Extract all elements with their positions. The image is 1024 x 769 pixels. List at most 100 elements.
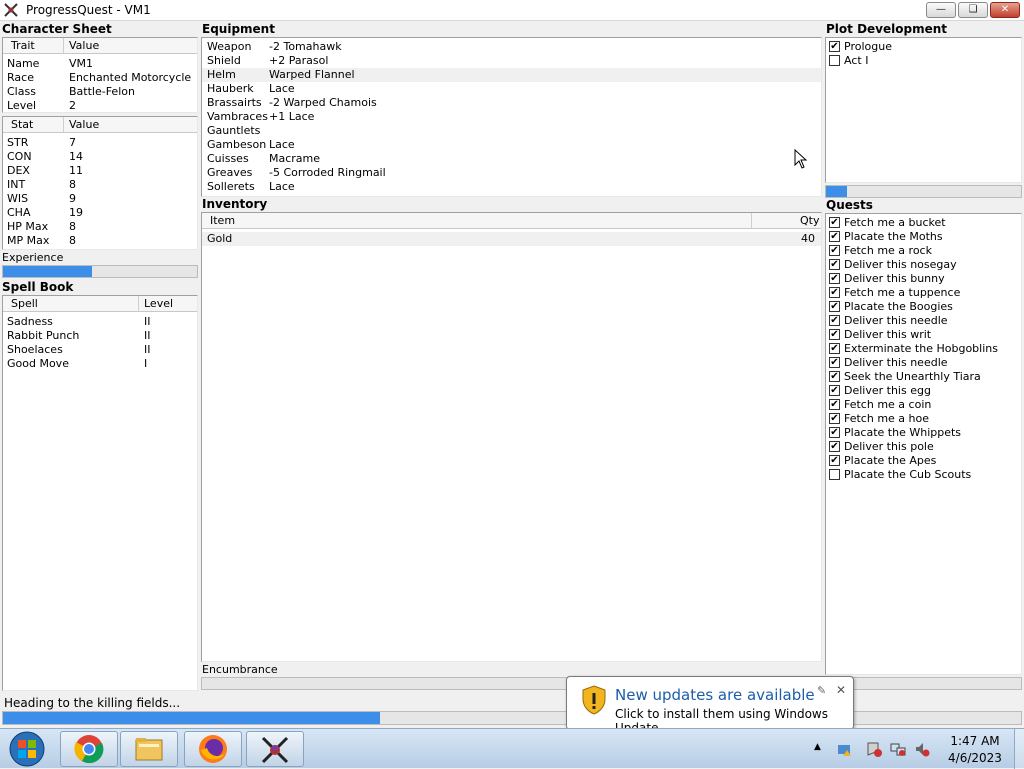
spell-row[interactable]: Good Move I xyxy=(3,357,197,371)
trait-column-header[interactable]: Trait xyxy=(11,38,35,53)
equipment-row[interactable]: Sollerets Lace xyxy=(202,180,821,194)
equipment-row[interactable]: Cuisses Macrame xyxy=(202,152,821,166)
level-column-header[interactable]: Level xyxy=(144,296,173,311)
quest-item[interactable]: ✔ Placate the Apes xyxy=(826,454,1021,468)
checkbox-checked-icon[interactable]: ✔ xyxy=(829,259,840,270)
trait-row[interactable]: Race Enchanted Motorcycle xyxy=(3,71,197,85)
show-hidden-icons[interactable]: ▲ xyxy=(814,742,821,752)
stat-row[interactable]: CHA 19 xyxy=(3,206,197,220)
windows-update-tray-icon[interactable] xyxy=(836,741,852,757)
stat-value-column-header[interactable]: Value xyxy=(69,117,99,132)
checkbox-checked-icon[interactable]: ✔ xyxy=(829,315,840,326)
spell-row[interactable]: Rabbit Punch II xyxy=(3,329,197,343)
action-center-icon[interactable] xyxy=(866,741,882,757)
update-notification[interactable]: New updates are available Click to insta… xyxy=(566,676,854,742)
show-desktop-button[interactable] xyxy=(1014,729,1024,769)
item-column-header[interactable]: Item xyxy=(210,213,235,228)
taskbar-firefox-button[interactable] xyxy=(184,731,242,767)
quest-item[interactable]: ✔ Deliver this pole xyxy=(826,440,1021,454)
quest-item[interactable]: ✔ Fetch me a coin xyxy=(826,398,1021,412)
stat-row[interactable]: HP Max 8 xyxy=(3,220,197,234)
stat-row[interactable]: INT 8 xyxy=(3,178,197,192)
checkbox-checked-icon[interactable]: ✔ xyxy=(829,455,840,466)
trait-row[interactable]: Level 2 xyxy=(3,99,197,112)
checkbox-checked-icon[interactable]: ✔ xyxy=(829,41,840,52)
quest-item[interactable]: ✔ Deliver this nosegay xyxy=(826,258,1021,272)
quest-item[interactable]: Placate the Cub Scouts xyxy=(826,468,1021,482)
plot-list[interactable]: ✔ Prologue Act I xyxy=(825,37,1022,183)
qty-column-header[interactable]: Qty xyxy=(800,213,819,228)
stat-row[interactable]: CON 14 xyxy=(3,150,197,164)
plot-act[interactable]: Act I xyxy=(826,54,1021,68)
quest-item[interactable]: ✔ Placate the Whippets xyxy=(826,426,1021,440)
inventory-row[interactable]: Gold 40 xyxy=(202,232,821,246)
equipment-row[interactable]: Shield +2 Parasol xyxy=(202,54,821,68)
pin-icon[interactable]: ✎ xyxy=(817,684,826,697)
start-button[interactable] xyxy=(4,730,50,768)
checkbox-checked-icon[interactable]: ✔ xyxy=(829,231,840,242)
checkbox-checked-icon[interactable]: ✔ xyxy=(829,217,840,228)
spell-list[interactable]: Spell Level Sadness II Rabbit Punch II Shoel… xyxy=(2,295,198,691)
checkbox-checked-icon[interactable]: ✔ xyxy=(829,357,840,368)
spell-column-header[interactable]: Spell xyxy=(11,296,38,311)
checkbox-checked-icon[interactable]: ✔ xyxy=(829,413,840,424)
clock-time[interactable]: 1:47 AM xyxy=(940,734,1010,748)
quest-item[interactable]: ✔ Fetch me a bucket xyxy=(826,216,1021,230)
stat-row[interactable]: WIS 9 xyxy=(3,192,197,206)
equipment-list[interactable]: Weapon -2 Tomahawk Shield +2 Parasol Helm War… xyxy=(201,37,822,197)
quest-item[interactable]: ✔ Deliver this bunny xyxy=(826,272,1021,286)
checkbox-checked-icon[interactable]: ✔ xyxy=(829,301,840,312)
checkbox-checked-icon[interactable]: ✔ xyxy=(829,441,840,452)
checkbox-checked-icon[interactable]: ✔ xyxy=(829,427,840,438)
checkbox-unchecked-icon[interactable] xyxy=(829,55,840,66)
quest-item[interactable]: ✔ Deliver this writ xyxy=(826,328,1021,342)
checkbox-unchecked-icon[interactable] xyxy=(829,469,840,480)
value-column-header[interactable]: Value xyxy=(69,38,99,53)
traits-list[interactable]: Trait Value Name VM1 Race Enchanted Motorcy… xyxy=(2,37,198,113)
network-icon[interactable] xyxy=(890,741,906,757)
checkbox-checked-icon[interactable]: ✔ xyxy=(829,371,840,382)
trait-row[interactable]: Class Battle-Felon xyxy=(3,85,197,99)
volume-icon[interactable] xyxy=(914,741,930,757)
spell-row[interactable]: Shoelaces II xyxy=(3,343,197,357)
taskbar-explorer-button[interactable] xyxy=(120,731,178,767)
quest-item[interactable]: ✔ Placate the Moths xyxy=(826,230,1021,244)
checkbox-checked-icon[interactable]: ✔ xyxy=(829,287,840,298)
stats-list[interactable]: Stat Value STR 7 CON 14 DEX 11 INT 8 WIS 9 CHA 19 HP… xyxy=(2,116,198,250)
maximize-button[interactable]: ❏ xyxy=(958,2,988,18)
checkbox-checked-icon[interactable]: ✔ xyxy=(829,399,840,410)
stat-row[interactable]: DEX 11 xyxy=(3,164,197,178)
quest-item[interactable]: ✔ Seek the Unearthly Tiara xyxy=(826,370,1021,384)
quest-list[interactable]: ✔ Fetch me a bucket ✔ Placate the Moths ✔ Fet… xyxy=(825,213,1022,675)
quest-item[interactable]: ✔ Placate the Boogies xyxy=(826,300,1021,314)
quest-item[interactable]: ✔ Deliver this needle xyxy=(826,356,1021,370)
stat-column-header[interactable]: Stat xyxy=(11,117,33,132)
equipment-row[interactable]: Helm Warped Flannel xyxy=(202,68,821,82)
quest-item[interactable]: ✔ Deliver this needle xyxy=(826,314,1021,328)
notification-close-icon[interactable]: ✕ xyxy=(836,683,846,697)
equipment-row[interactable]: Brassairts -2 Warped Chamois xyxy=(202,96,821,110)
clock-date[interactable]: 4/6/2023 xyxy=(940,751,1010,765)
checkbox-checked-icon[interactable]: ✔ xyxy=(829,343,840,354)
inventory-list[interactable]: Item Qty Gold 40 xyxy=(201,212,822,662)
equipment-row[interactable]: Hauberk Lace xyxy=(202,82,821,96)
taskbar-chrome-button[interactable] xyxy=(60,731,118,767)
equipment-row[interactable]: Greaves -5 Corroded Ringmail xyxy=(202,166,821,180)
checkbox-checked-icon[interactable]: ✔ xyxy=(829,329,840,340)
checkbox-checked-icon[interactable]: ✔ xyxy=(829,273,840,284)
equipment-row[interactable]: Gauntlets xyxy=(202,124,821,138)
quest-item[interactable]: ✔ Fetch me a tuppence xyxy=(826,286,1021,300)
quest-item[interactable]: ✔ Fetch me a hoe xyxy=(826,412,1021,426)
equipment-row[interactable]: Vambraces +1 Lace xyxy=(202,110,821,124)
checkbox-checked-icon[interactable]: ✔ xyxy=(829,245,840,256)
equipment-row[interactable]: Gambeson Lace xyxy=(202,138,821,152)
quest-item[interactable]: ✔ Deliver this egg xyxy=(826,384,1021,398)
close-button[interactable]: ✕ xyxy=(990,2,1020,18)
stat-row[interactable]: STR 7 xyxy=(3,136,197,150)
minimize-button[interactable]: — xyxy=(926,2,956,18)
plot-act[interactable]: ✔ Prologue xyxy=(826,40,1021,54)
quest-item[interactable]: ✔ Exterminate the Hobgoblins xyxy=(826,342,1021,356)
spell-row[interactable]: Sadness II xyxy=(3,315,197,329)
taskbar-progressquest-button[interactable] xyxy=(246,731,304,767)
quest-item[interactable]: ✔ Fetch me a rock xyxy=(826,244,1021,258)
